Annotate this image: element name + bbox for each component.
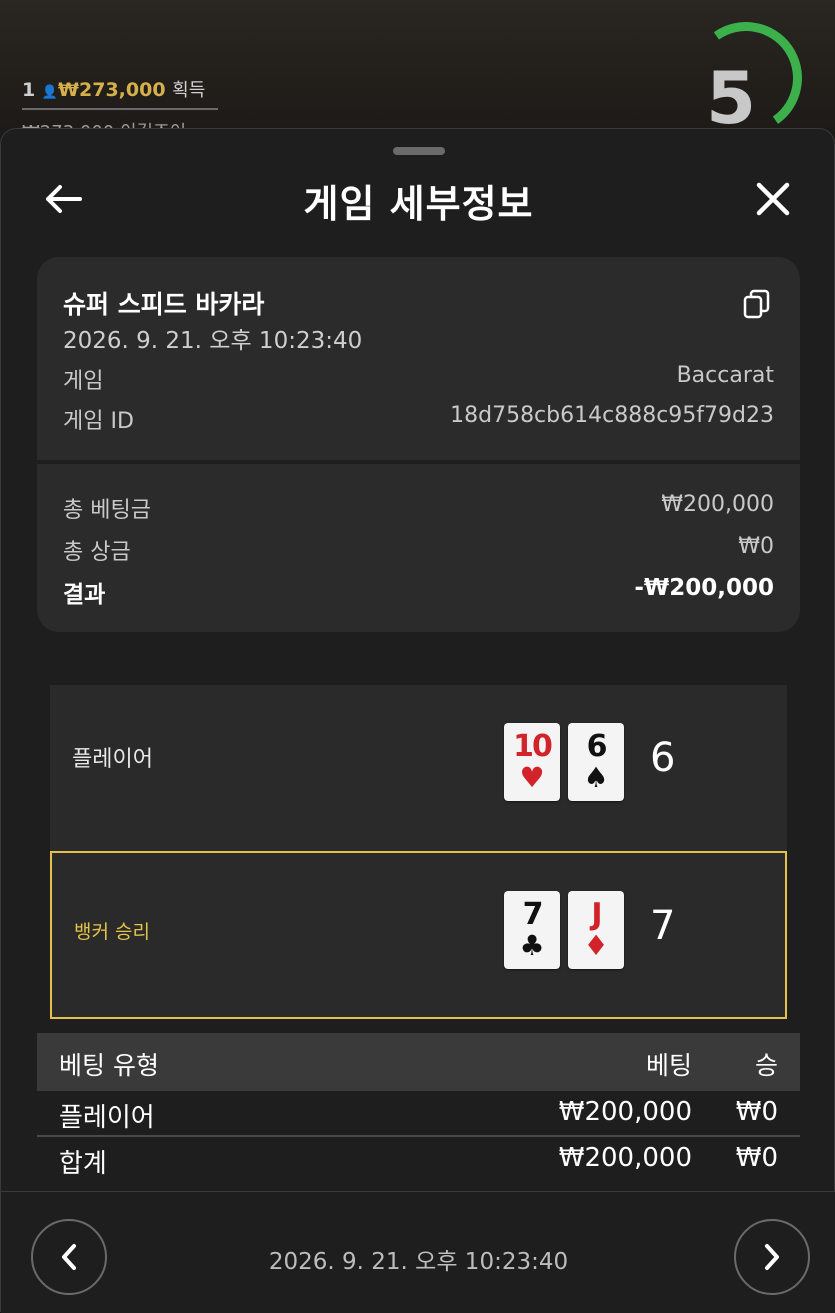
bet-type-cell: 합계 — [59, 1149, 107, 1179]
playing-card: 7 ♣ — [504, 891, 560, 969]
header-bet: 베팅 — [645, 1051, 692, 1080]
win-amount-cell: ₩0 — [735, 1143, 778, 1173]
person-icon: 👤 — [41, 85, 59, 100]
banker-hand-label: 뱅커 승리 — [74, 921, 150, 943]
winner-amount: ₩273,000 — [58, 79, 166, 101]
player-hand: 플레이어 10 ♥ 6 ♠ 6 — [50, 685, 787, 853]
next-round-button[interactable] — [734, 1219, 810, 1295]
playing-card: J ♦ — [568, 891, 624, 969]
heart-suit-icon: ♥ — [519, 761, 545, 794]
table-row: 플레이어 ₩200,000 ₩0 — [37, 1091, 800, 1137]
bet-amount-cell: ₩200,000 — [558, 1143, 692, 1173]
spade-suit-icon: ♠ — [583, 761, 609, 794]
game-type-label: 게임 — [63, 369, 104, 394]
game-id-label: 게임 ID — [63, 409, 134, 434]
game-id-value: 18d758cb614c888c95f79d23 — [450, 403, 774, 428]
bet-table-header: 베팅 유형 베팅 승 — [37, 1033, 800, 1091]
card-rank: 6 — [586, 729, 608, 764]
game-name: 슈퍼 스피드 바카라 — [63, 290, 265, 319]
winner-summary: 1 👤₩273,000 획득 — [22, 76, 218, 110]
playing-card: 6 ♠ — [568, 723, 624, 801]
total-bet-value: ₩200,000 — [661, 492, 774, 517]
playing-card: 10 ♥ — [504, 723, 560, 801]
win-amount-cell: ₩0 — [735, 1097, 778, 1127]
total-win-value: ₩0 — [738, 534, 774, 559]
header-win: 승 — [754, 1051, 778, 1080]
bet-table: 베팅 유형 베팅 승 플레이어 ₩200,000 ₩0 합계 ₩200,000 … — [37, 1033, 800, 1183]
total-bet-label: 총 베팅금 — [63, 498, 151, 523]
sheet-drag-handle[interactable] — [393, 147, 445, 155]
table-row: 합계 ₩200,000 ₩0 — [37, 1137, 800, 1183]
winner-label: 획득 — [172, 80, 206, 101]
game-datetime: 2026. 9. 21. 오후 10:23:40 — [63, 328, 363, 354]
footer-datetime: 2026. 9. 21. 오후 10:23:40 — [268, 1249, 569, 1275]
game-details-sheet: 게임 세부정보 슈퍼 스피드 바카라 2026. 9. 21. 오후 10:23… — [0, 128, 835, 1313]
game-info-card: 슈퍼 스피드 바카라 2026. 9. 21. 오후 10:23:40 게임 B… — [37, 257, 800, 632]
club-suit-icon: ♣ — [519, 929, 545, 962]
close-icon — [756, 182, 790, 216]
player-hand-total: 6 — [650, 735, 676, 781]
sheet-title: 게임 세부정보 — [303, 182, 534, 226]
chevron-right-icon — [765, 1244, 779, 1270]
result-label: 결과 — [63, 582, 106, 608]
winner-count: 1 — [22, 79, 36, 101]
close-button[interactable] — [751, 177, 795, 221]
banker-hand: 뱅커 승리 7 ♣ J ♦ 7 — [50, 851, 787, 1019]
card-rank: 7 — [522, 897, 544, 932]
game-type-value: Baccarat — [676, 363, 774, 388]
diamond-suit-icon: ♦ — [583, 929, 609, 962]
card-rank: J — [591, 897, 602, 932]
card-rank: 10 — [513, 729, 553, 764]
copy-icon[interactable] — [743, 289, 771, 319]
result-value: -₩200,000 — [634, 575, 774, 601]
countdown-number: 5 — [706, 56, 757, 140]
player-hand-label: 플레이어 — [72, 747, 153, 772]
footer-nav: 2026. 9. 21. 오후 10:23:40 — [1, 1191, 835, 1313]
bet-amount-cell: ₩200,000 — [558, 1097, 692, 1127]
total-win-label: 총 상금 — [63, 540, 131, 565]
bet-type-cell: 플레이어 — [59, 1103, 155, 1133]
banker-hand-total: 7 — [650, 903, 676, 949]
header-bet-type: 베팅 유형 — [59, 1051, 159, 1080]
